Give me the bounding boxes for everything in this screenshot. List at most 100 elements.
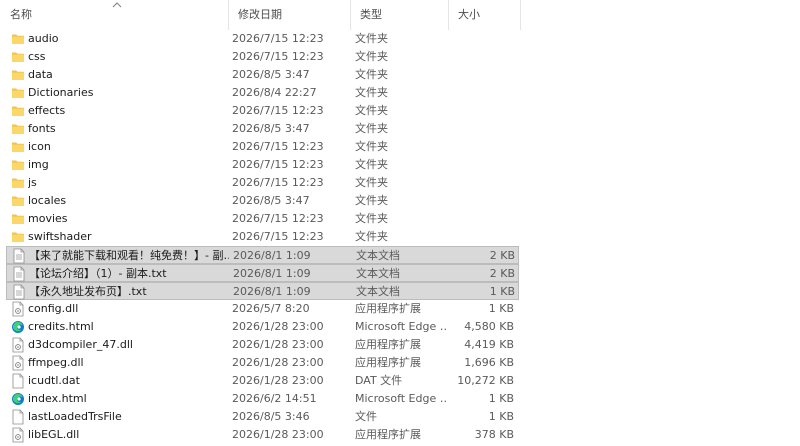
file-row[interactable]: fonts 2026/8/5 3:47 文件夹 (6, 120, 519, 138)
file-row[interactable]: d3dcompiler_47.dll 2026/1/28 23:00 应用程序扩展 4… (6, 336, 519, 354)
file-name: locales (28, 194, 67, 207)
file-name: audio (28, 32, 59, 45)
file-date-modified: 2026/1/28 23:00 (232, 338, 324, 351)
file-row[interactable]: credits.html 2026/1/28 23:00 Microsoft Edg… (6, 318, 519, 336)
file-date-modified: 2026/7/15 12:23 (232, 158, 324, 171)
file-row[interactable]: icudtl.dat 2026/1/28 23:00 DAT 文件 10,272 KB (6, 372, 519, 390)
file-row[interactable]: index.html 2026/6/2 14:51 Microsoft Edge …… (6, 390, 519, 408)
file-type: 文件夹 (355, 50, 388, 63)
file-name: data (28, 68, 53, 81)
file-row[interactable]: movies 2026/7/15 12:23 文件夹 (6, 210, 519, 228)
file-date-modified: 2026/7/15 12:23 (232, 176, 324, 189)
file-row[interactable]: js 2026/7/15 12:23 文件夹 (6, 174, 519, 192)
file-row[interactable]: data 2026/8/5 3:47 文件夹 (6, 66, 519, 84)
folder-icon (11, 229, 25, 245)
file-size: 1 KB (488, 410, 514, 423)
edge-icon (11, 319, 25, 335)
file-type: 文本文档 (356, 267, 400, 280)
file-size: 1,696 KB (464, 356, 514, 369)
file-row[interactable]: 【来了就能下载和观看！纯免费！】- 副… 2026/8/1 1:09 文本文档 2 K… (6, 246, 519, 264)
column-date-modified[interactable]: 修改日期 (228, 0, 350, 30)
file-row[interactable]: locales 2026/8/5 3:47 文件夹 (6, 192, 519, 210)
file-row[interactable]: audio 2026/7/15 12:23 文件夹 (6, 30, 519, 48)
column-type[interactable]: 类型 (350, 0, 448, 30)
file-date-modified: 2026/6/2 14:51 (232, 392, 317, 405)
file-size: 2 KB (489, 249, 515, 262)
file-row[interactable]: lastLoadedTrsFile 2026/8/5 3:46 文件 1 KB (6, 408, 519, 426)
file-type: 文件夹 (355, 68, 388, 81)
file-date-modified: 2026/1/28 23:00 (232, 356, 324, 369)
folder-icon (11, 211, 25, 227)
file-size (446, 192, 514, 210)
file-date-modified: 2026/8/5 3:47 (232, 68, 310, 81)
text-file-icon (12, 266, 26, 282)
file-row[interactable]: 【永久地址发布页】.txt 2026/8/1 1:09 文本文档 1 KB (6, 282, 519, 300)
folder-icon (11, 193, 25, 209)
folder-icon (11, 103, 25, 119)
file-date-modified: 2026/7/15 12:23 (232, 212, 324, 225)
file-name: 【论坛介绍】（1）- 副本.txt (29, 267, 167, 280)
file-row[interactable]: effects 2026/7/15 12:23 文件夹 (6, 102, 519, 120)
column-size[interactable]: 大小 (448, 0, 520, 30)
file-size: 2 KB (489, 267, 515, 280)
file-name: icudtl.dat (28, 374, 80, 387)
file-size (446, 102, 514, 120)
file-size (446, 84, 514, 102)
file-type: 文本文档 (356, 285, 400, 298)
file-date-modified: 2026/8/5 3:46 (232, 410, 310, 423)
file-date-modified: 2026/1/28 23:00 (232, 320, 324, 333)
file-date-modified: 2026/5/7 8:20 (232, 302, 310, 315)
file-name: 【来了就能下载和观看！纯免费！】- 副… (29, 249, 229, 262)
file-row[interactable]: 【论坛介绍】（1）- 副本.txt 2026/8/1 1:09 文本文档 2 KB (6, 264, 519, 282)
file-type: 文件夹 (355, 140, 388, 153)
file-name: credits.html (28, 320, 94, 333)
file-type: 文件夹 (355, 158, 388, 171)
file-name: css (28, 50, 46, 63)
blank-file-icon (11, 409, 25, 425)
file-name: lastLoadedTrsFile (28, 410, 122, 423)
file-size (446, 210, 514, 228)
file-type: 文件夹 (355, 122, 388, 135)
file-row[interactable]: swiftshader 2026/7/15 12:23 文件夹 (6, 228, 519, 246)
file-date-modified: 2026/8/1 1:09 (233, 249, 311, 262)
file-name: movies (28, 212, 68, 225)
file-type: 文本文档 (356, 249, 400, 262)
file-size (446, 120, 514, 138)
file-date-modified: 2026/8/4 22:27 (232, 86, 317, 99)
column-divider[interactable] (520, 0, 521, 30)
file-type: 应用程序扩展 (355, 302, 421, 315)
file-type: 文件夹 (355, 230, 388, 243)
file-name: config.dll (28, 302, 79, 315)
folder-icon (11, 139, 25, 155)
file-date-modified: 2026/8/1 1:09 (233, 285, 311, 298)
file-row[interactable]: Dictionaries 2026/8/4 22:27 文件夹 (6, 84, 519, 102)
file-date-modified: 2026/7/15 12:23 (232, 230, 324, 243)
dll-file-icon (11, 337, 25, 353)
file-row[interactable]: config.dll 2026/5/7 8:20 应用程序扩展 1 KB (6, 300, 519, 318)
file-type: DAT 文件 (355, 374, 403, 387)
column-name[interactable]: 名称 (0, 0, 228, 30)
file-row[interactable]: css 2026/7/15 12:23 文件夹 (6, 48, 519, 66)
file-row[interactable]: icon 2026/7/15 12:23 文件夹 (6, 138, 519, 156)
file-type: 应用程序扩展 (355, 338, 421, 351)
file-size (446, 66, 514, 84)
file-type: 文件夹 (355, 32, 388, 45)
file-type: Microsoft Edge … (355, 320, 447, 333)
dll-file-icon (11, 355, 25, 371)
folder-icon (11, 157, 25, 173)
file-date-modified: 2026/7/15 12:23 (232, 32, 324, 45)
file-size (446, 48, 514, 66)
file-type: 文件 (355, 410, 377, 423)
file-size: 4,419 KB (464, 338, 514, 351)
file-type: 文件夹 (355, 212, 388, 225)
file-row[interactable]: ffmpeg.dll 2026/1/28 23:00 应用程序扩展 1,696 KB (6, 354, 519, 372)
file-size: 1 KB (488, 302, 514, 315)
edge-icon (11, 391, 25, 407)
file-size: 1 KB (489, 285, 515, 298)
file-row[interactable]: img 2026/7/15 12:23 文件夹 (6, 156, 519, 174)
column-header: 名称 修改日期 类型 大小 (0, 0, 800, 30)
text-file-icon (12, 284, 26, 300)
file-row[interactable]: libEGL.dll 2026/1/28 23:00 应用程序扩展 378 KB (6, 426, 519, 444)
text-file-icon (12, 248, 26, 264)
folder-icon (11, 175, 25, 191)
